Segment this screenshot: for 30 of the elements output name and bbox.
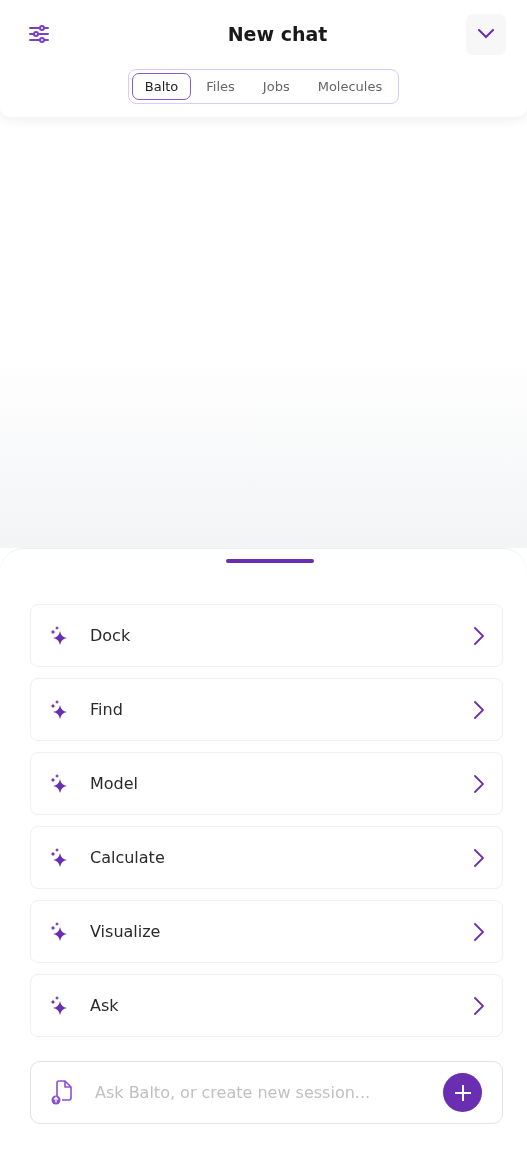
action-item[interactable]: Dock: [30, 604, 503, 667]
add-button[interactable]: [443, 1073, 482, 1112]
action-item[interactable]: Ask: [30, 974, 503, 1037]
action-label: Visualize: [90, 922, 162, 941]
tab[interactable]: Balto: [131, 73, 192, 100]
chevron-right-icon: [474, 848, 484, 867]
settings-sliders-icon[interactable]: [29, 25, 49, 43]
chevron-right-icon: [474, 700, 484, 719]
action-label: Model: [90, 774, 140, 793]
chevron-right-icon: [474, 626, 484, 645]
action-item[interactable]: Calculate: [30, 826, 503, 889]
chevron-down-icon: [478, 29, 494, 39]
action-label: Calculate: [90, 848, 166, 867]
action-label: Dock: [90, 626, 132, 645]
tab[interactable]: Files: [193, 73, 248, 100]
chevron-right-icon: [474, 996, 484, 1015]
dropdown-button[interactable]: [466, 13, 506, 55]
chat-title: New chat: [227, 23, 328, 45]
tab[interactable]: Jobs: [249, 73, 303, 100]
plus-icon: [453, 1083, 472, 1102]
action-item[interactable]: Visualize: [30, 900, 503, 963]
drag-handle[interactable]: [225, 559, 314, 563]
action-label: Ask: [90, 996, 120, 1015]
action-item[interactable]: Find: [30, 678, 503, 741]
chevron-right-icon: [474, 774, 484, 793]
tab[interactable]: Molecules: [304, 73, 396, 100]
action-item[interactable]: Model: [30, 752, 503, 815]
chevron-right-icon: [474, 922, 484, 941]
action-label: Find: [90, 700, 124, 719]
file-upload-icon[interactable]: [51, 1079, 73, 1106]
